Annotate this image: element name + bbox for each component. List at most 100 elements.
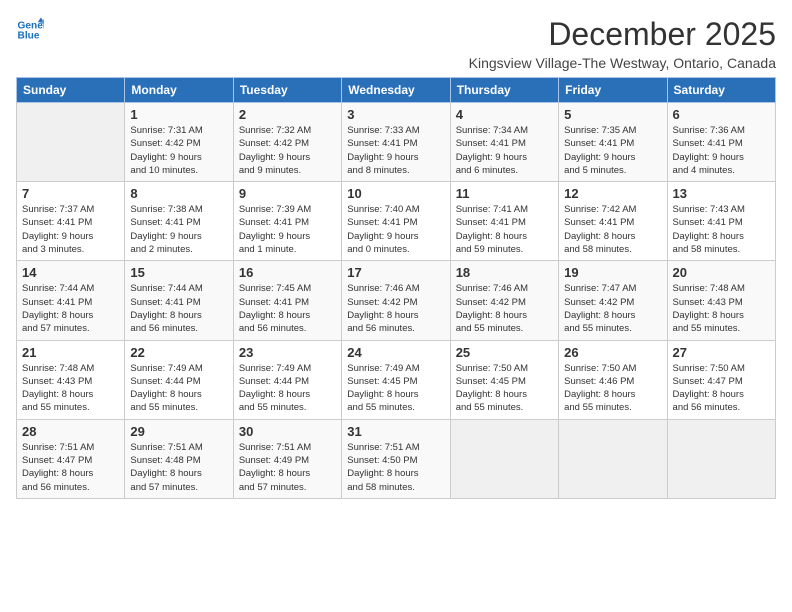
day-info: Sunrise: 7:49 AM Sunset: 4:44 PM Dayligh… [239,362,336,415]
day-number: 31 [347,424,444,439]
logo: General Blue [16,16,44,44]
calendar-cell: 9Sunrise: 7:39 AM Sunset: 4:41 PM Daylig… [233,182,341,261]
day-info: Sunrise: 7:45 AM Sunset: 4:41 PM Dayligh… [239,282,336,335]
day-of-week-header: Tuesday [233,78,341,103]
calendar-cell [559,419,667,498]
calendar-cell: 23 Sunrise: 7:49 AM Sunset: 4:44 PM Dayli… [233,340,341,419]
day-info: Sunrise: 7:31 AM Sunset: 4:42 PM Dayligh… [130,124,227,177]
month-title: December 2025 [469,16,776,53]
calendar-cell: 7Sunrise: 7:37 AM Sunset: 4:41 PM Daylig… [17,182,125,261]
day-number: 26 [564,345,661,360]
day-number: 13 [673,186,770,201]
day-info: Sunrise: 7:48 AM Sunset: 4:43 PM Dayligh… [673,282,770,335]
calendar-cell [667,419,775,498]
day-number: 10 [347,186,444,201]
day-number: 11 [456,186,553,201]
calendar-week-row: 21 Sunrise: 7:48 AM Sunset: 4:43 PM Dayli… [17,340,776,419]
day-info: Sunrise: 7:50 AM Sunset: 4:45 PM Dayligh… [456,362,553,415]
calendar-cell: 12 Sunrise: 7:42 AM Sunset: 4:41 PM Dayli… [559,182,667,261]
day-info: Sunrise: 7:50 AM Sunset: 4:47 PM Dayligh… [673,362,770,415]
calendar-cell: 6 Sunrise: 7:36 AM Sunset: 4:41 PM Daylig… [667,103,775,182]
svg-text:Blue: Blue [18,31,40,42]
calendar-cell: 10 Sunrise: 7:40 AM Sunset: 4:41 PM Dayli… [342,182,450,261]
calendar-cell: 19Sunrise: 7:47 AM Sunset: 4:42 PM Dayli… [559,261,667,340]
calendar-cell: 8 Sunrise: 7:38 AM Sunset: 4:41 PM Daylig… [125,182,233,261]
day-number: 25 [456,345,553,360]
day-info: Sunrise: 7:51 AM Sunset: 4:49 PM Dayligh… [239,441,336,494]
day-info: Sunrise: 7:47 AM Sunset: 4:42 PM Dayligh… [564,282,661,335]
day-info: Sunrise: 7:34 AM Sunset: 4:41 PM Dayligh… [456,124,553,177]
day-of-week-header: Monday [125,78,233,103]
day-info: Sunrise: 7:32 AM Sunset: 4:42 PM Dayligh… [239,124,336,177]
calendar-cell [17,103,125,182]
header: General Blue December 2025 Kingsview Vil… [16,16,776,71]
day-of-week-header: Thursday [450,78,558,103]
day-of-week-header: Friday [559,78,667,103]
calendar-cell: 18 Sunrise: 7:46 AM Sunset: 4:42 PM Dayli… [450,261,558,340]
day-number: 5 [564,107,661,122]
calendar-table: SundayMondayTuesdayWednesdayThursdayFrid… [16,77,776,499]
day-number: 30 [239,424,336,439]
day-number: 24 [347,345,444,360]
calendar-cell: 29 Sunrise: 7:51 AM Sunset: 4:48 PM Dayli… [125,419,233,498]
calendar-cell: 3 Sunrise: 7:33 AM Sunset: 4:41 PM Daylig… [342,103,450,182]
day-number: 14 [22,265,119,280]
calendar-cell: 11 Sunrise: 7:41 AM Sunset: 4:41 PM Dayli… [450,182,558,261]
calendar-cell: 21 Sunrise: 7:48 AM Sunset: 4:43 PM Dayli… [17,340,125,419]
day-number: 21 [22,345,119,360]
calendar-cell: 17 Sunrise: 7:46 AM Sunset: 4:42 PM Dayli… [342,261,450,340]
day-info: Sunrise: 7:33 AM Sunset: 4:41 PM Dayligh… [347,124,444,177]
day-number: 18 [456,265,553,280]
calendar-week-row: 14 Sunrise: 7:44 AM Sunset: 4:41 PM Dayli… [17,261,776,340]
title-block: December 2025 Kingsview Village-The West… [469,16,776,71]
day-info: Sunrise: 7:40 AM Sunset: 4:41 PM Dayligh… [347,203,444,256]
calendar-week-row: 7Sunrise: 7:37 AM Sunset: 4:41 PM Daylig… [17,182,776,261]
day-number: 29 [130,424,227,439]
day-info: Sunrise: 7:48 AM Sunset: 4:43 PM Dayligh… [22,362,119,415]
calendar-cell: 13Sunrise: 7:43 AM Sunset: 4:41 PM Dayli… [667,182,775,261]
day-number: 12 [564,186,661,201]
day-number: 15 [130,265,227,280]
day-number: 27 [673,345,770,360]
calendar-cell: 5 Sunrise: 7:35 AM Sunset: 4:41 PM Daylig… [559,103,667,182]
day-info: Sunrise: 7:41 AM Sunset: 4:41 PM Dayligh… [456,203,553,256]
day-number: 17 [347,265,444,280]
day-number: 6 [673,107,770,122]
day-number: 23 [239,345,336,360]
calendar-cell: 31 Sunrise: 7:51 AM Sunset: 4:50 PM Dayli… [342,419,450,498]
day-info: Sunrise: 7:51 AM Sunset: 4:48 PM Dayligh… [130,441,227,494]
day-info: Sunrise: 7:49 AM Sunset: 4:44 PM Dayligh… [130,362,227,415]
calendar-cell: 1 Sunrise: 7:31 AM Sunset: 4:42 PM Daylig… [125,103,233,182]
calendar-cell: 28Sunrise: 7:51 AM Sunset: 4:47 PM Dayli… [17,419,125,498]
day-number: 22 [130,345,227,360]
day-info: Sunrise: 7:44 AM Sunset: 4:41 PM Dayligh… [22,282,119,335]
day-info: Sunrise: 7:42 AM Sunset: 4:41 PM Dayligh… [564,203,661,256]
day-info: Sunrise: 7:38 AM Sunset: 4:41 PM Dayligh… [130,203,227,256]
calendar-cell: 25 Sunrise: 7:50 AM Sunset: 4:45 PM Dayli… [450,340,558,419]
calendar-week-row: 28Sunrise: 7:51 AM Sunset: 4:47 PM Dayli… [17,419,776,498]
day-info: Sunrise: 7:46 AM Sunset: 4:42 PM Dayligh… [347,282,444,335]
day-number: 4 [456,107,553,122]
day-number: 9 [239,186,336,201]
day-info: Sunrise: 7:46 AM Sunset: 4:42 PM Dayligh… [456,282,553,335]
calendar-cell: 14 Sunrise: 7:44 AM Sunset: 4:41 PM Dayli… [17,261,125,340]
calendar-cell: 15 Sunrise: 7:44 AM Sunset: 4:41 PM Dayli… [125,261,233,340]
day-number: 1 [130,107,227,122]
day-number: 16 [239,265,336,280]
day-info: Sunrise: 7:44 AM Sunset: 4:41 PM Dayligh… [130,282,227,335]
day-number: 8 [130,186,227,201]
day-info: Sunrise: 7:51 AM Sunset: 4:50 PM Dayligh… [347,441,444,494]
day-of-week-header: Wednesday [342,78,450,103]
day-number: 3 [347,107,444,122]
day-info: Sunrise: 7:50 AM Sunset: 4:46 PM Dayligh… [564,362,661,415]
calendar-cell: 24 Sunrise: 7:49 AM Sunset: 4:45 PM Dayli… [342,340,450,419]
day-of-week-header: Sunday [17,78,125,103]
day-info: Sunrise: 7:36 AM Sunset: 4:41 PM Dayligh… [673,124,770,177]
day-info: Sunrise: 7:49 AM Sunset: 4:45 PM Dayligh… [347,362,444,415]
day-number: 7 [22,186,119,201]
day-info: Sunrise: 7:35 AM Sunset: 4:41 PM Dayligh… [564,124,661,177]
calendar-cell: 16 Sunrise: 7:45 AM Sunset: 4:41 PM Dayli… [233,261,341,340]
calendar-cell: 22 Sunrise: 7:49 AM Sunset: 4:44 PM Dayli… [125,340,233,419]
day-info: Sunrise: 7:51 AM Sunset: 4:47 PM Dayligh… [22,441,119,494]
location-title: Kingsview Village-The Westway, Ontario, … [469,55,776,71]
